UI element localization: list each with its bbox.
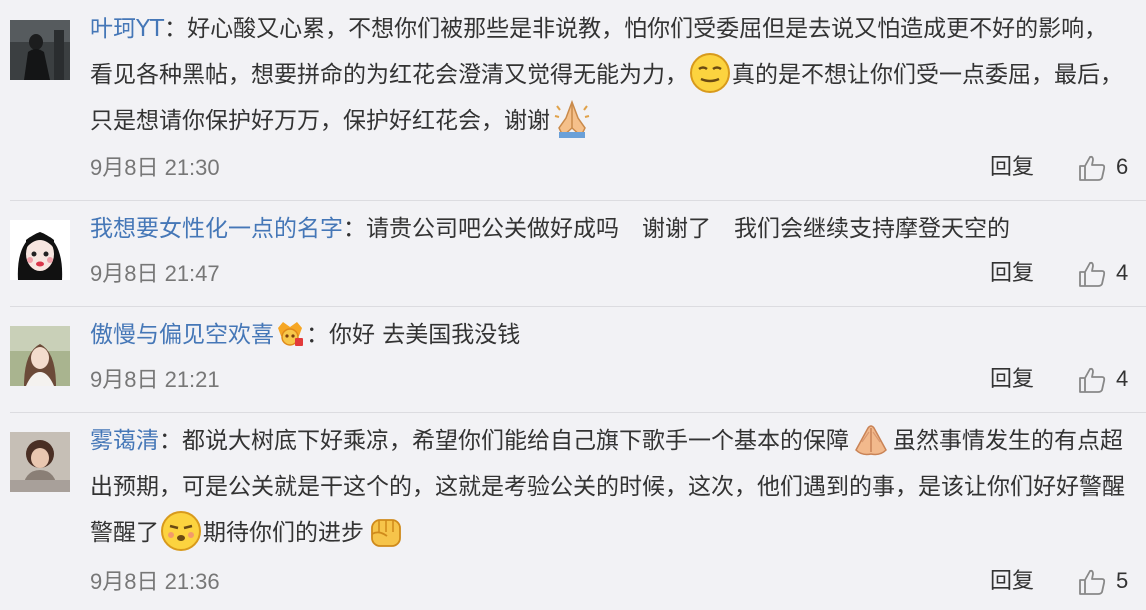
comment-text: 傲慢与偏见空欢喜 ：你好 去美国我没钱 bbox=[90, 312, 1126, 358]
comment-text: 雾蔼清：都说大树底下好乘凉，希望你们能给自己旗下歌手一个基本的保障 虽然事情发生的… bbox=[90, 418, 1126, 556]
comment-list: 叶珂YT：好心酸又心累，不想你们被那些是非说教，怕你们受委屈但是去说又怕造成更不… bbox=[0, 0, 1146, 610]
reply-button[interactable]: 回复 bbox=[990, 153, 1034, 183]
avatar-image bbox=[10, 20, 70, 80]
comment-meta: 9月8日 21:36 回复 5 bbox=[90, 567, 1129, 597]
pray-emoji-icon bbox=[551, 98, 593, 140]
comment-time: 9月8日 21:36 bbox=[90, 569, 220, 594]
avatar[interactable] bbox=[10, 432, 70, 492]
thumbs-up-icon bbox=[1079, 261, 1106, 287]
comment-content: 你好 去美国我没钱 bbox=[329, 322, 521, 348]
username-link[interactable]: 叶珂YT bbox=[90, 16, 164, 42]
fist-emoji-icon bbox=[365, 510, 407, 552]
comment-content: 期待你们的进步 bbox=[203, 520, 364, 546]
thumbs-up-icon bbox=[1079, 155, 1106, 181]
comment-meta: 9月8日 21:30 回复 6 bbox=[90, 153, 1129, 183]
comment-content: 请贵公司吧公关做好成吗 谢谢了 我们会继续支持摩登天空的 bbox=[366, 216, 1010, 242]
avatar[interactable] bbox=[10, 220, 70, 280]
username-link[interactable]: 傲慢与偏见空欢喜 bbox=[90, 322, 274, 348]
avatar[interactable] bbox=[10, 326, 70, 386]
member-badge-icon[interactable] bbox=[275, 318, 305, 348]
username-link[interactable]: 雾蔼清 bbox=[90, 428, 159, 454]
reply-button[interactable]: 回复 bbox=[990, 567, 1034, 597]
like-count: 6 bbox=[1116, 154, 1129, 179]
like-count: 4 bbox=[1116, 260, 1129, 285]
divider bbox=[10, 306, 1146, 307]
username-link[interactable]: 我想要女性化一点的名字 bbox=[90, 216, 343, 242]
comment-meta: 9月8日 21:21 回复 4 bbox=[90, 365, 1129, 395]
comment-content: 都说大树底下好乘凉，希望你们能给自己旗下歌手一个基本的保障 bbox=[182, 428, 849, 454]
comment-time: 9月8日 21:47 bbox=[90, 261, 220, 286]
like-count: 4 bbox=[1116, 366, 1129, 391]
avatar[interactable] bbox=[10, 20, 70, 80]
reply-button[interactable]: 回复 bbox=[990, 365, 1034, 395]
comment-text: 叶珂YT：好心酸又心累，不想你们被那些是非说教，怕你们受委屈但是去说又怕造成更不… bbox=[90, 6, 1126, 144]
thumbs-up-icon bbox=[1079, 367, 1106, 393]
avatar-image bbox=[10, 220, 70, 280]
avatar-image bbox=[10, 432, 70, 492]
clap-emoji-icon bbox=[850, 418, 892, 460]
smile-emoji-icon bbox=[689, 52, 731, 94]
avatar-image bbox=[10, 326, 70, 386]
comment-time: 9月8日 21:21 bbox=[90, 367, 220, 392]
thumbs-up-icon bbox=[1079, 569, 1106, 595]
pout-emoji-icon bbox=[160, 510, 202, 552]
comment-meta: 9月8日 21:47 回复 4 bbox=[90, 259, 1129, 289]
divider bbox=[10, 412, 1146, 413]
divider bbox=[10, 200, 1146, 201]
comment-time: 9月8日 21:30 bbox=[90, 155, 220, 180]
comment-text: 我想要女性化一点的名字：请贵公司吧公关做好成吗 谢谢了 我们会继续支持摩登天空的 bbox=[90, 216, 1010, 242]
reply-button[interactable]: 回复 bbox=[990, 259, 1034, 289]
like-count: 5 bbox=[1116, 568, 1129, 593]
